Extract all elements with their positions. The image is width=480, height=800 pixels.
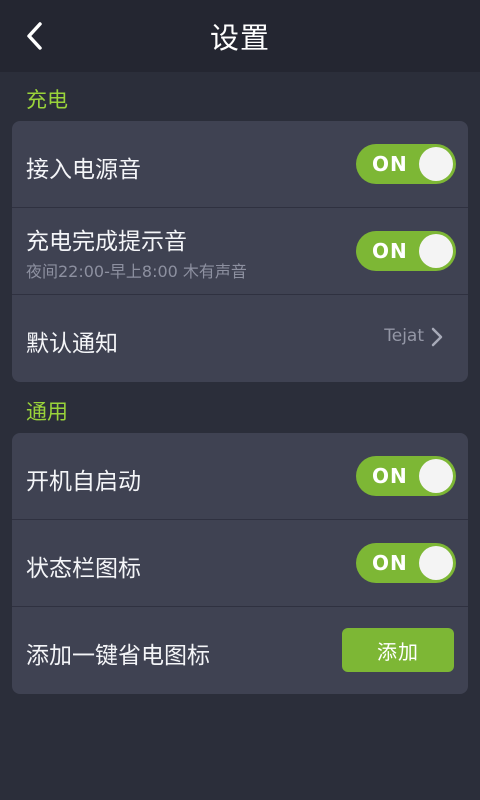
row-label: 默认通知 (26, 331, 118, 357)
row-label: 添加一键省电图标 (26, 643, 210, 669)
toggle-knob (419, 459, 453, 493)
toggle-state-text: ON (372, 551, 408, 575)
row-label: 状态栏图标 (26, 556, 141, 582)
row-label: 充电完成提示音 (26, 229, 187, 255)
section-title-general: 通用 (26, 400, 68, 424)
row-label: 开机自启动 (26, 469, 141, 495)
autostart-toggle[interactable]: ON (356, 456, 456, 496)
toggle-knob (419, 234, 453, 268)
setting-row-power-sound: 接入电源音 ON (12, 121, 468, 208)
toggle-knob (419, 546, 453, 580)
setting-row-autostart: 开机自启动 ON (12, 433, 468, 520)
power-sound-toggle[interactable]: ON (356, 144, 456, 184)
statusbar-icon-toggle[interactable]: ON (356, 543, 456, 583)
general-settings-card: 开机自启动 ON 状态栏图标 ON 添加一键省电图标 添加 (12, 433, 468, 694)
charging-settings-card: 接入电源音 ON 充电完成提示音 夜间22:00-早上8:00 木有声音 ON … (12, 121, 468, 382)
section-title-charging: 充电 (26, 88, 68, 112)
toggle-knob (419, 147, 453, 181)
default-notice-value: Tejat (384, 326, 424, 346)
row-label: 接入电源音 (26, 157, 141, 183)
setting-row-add-shortcut: 添加一键省电图标 添加 (12, 607, 468, 694)
charge-complete-sound-toggle[interactable]: ON (356, 231, 456, 271)
toggle-state-text: ON (372, 239, 408, 263)
setting-row-default-notice[interactable]: 默认通知 Tejat (12, 295, 468, 382)
add-shortcut-button[interactable]: 添加 (342, 628, 454, 672)
setting-row-statusbar-icon: 状态栏图标 ON (12, 520, 468, 607)
chevron-right-icon (431, 327, 443, 347)
top-bar: 设置 (0, 0, 480, 72)
back-button[interactable] (14, 14, 54, 58)
row-subtitle: 夜间22:00-早上8:00 木有声音 (26, 262, 247, 281)
toggle-state-text: ON (372, 464, 408, 488)
setting-row-charge-complete-sound: 充电完成提示音 夜间22:00-早上8:00 木有声音 ON (12, 208, 468, 295)
page-title: 设置 (209, 21, 270, 55)
chevron-left-icon (27, 22, 42, 50)
toggle-state-text: ON (372, 152, 408, 176)
